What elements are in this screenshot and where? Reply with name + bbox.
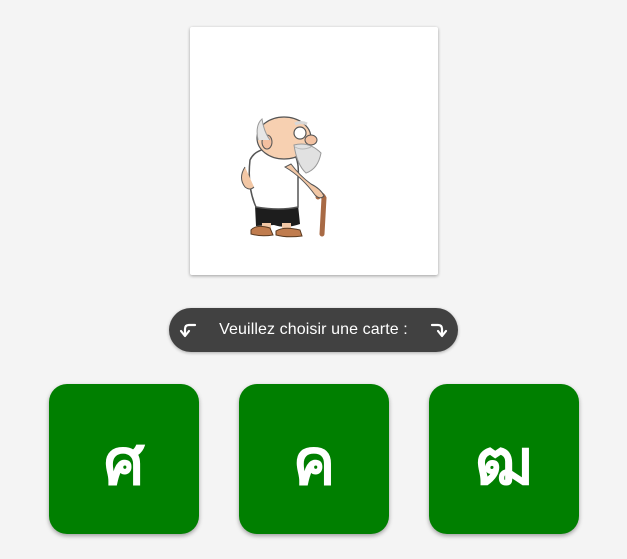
choice-letter: ศ <box>103 426 145 500</box>
prompt-text: Veuillez choisir une carte : <box>219 321 408 338</box>
curved-arrow-left-icon <box>179 323 197 338</box>
choice-card-3[interactable]: ฒ <box>429 384 579 534</box>
picture-card <box>190 27 438 275</box>
choice-letter: ค <box>292 426 336 500</box>
choice-letter: ฒ <box>475 426 533 500</box>
choice-card-2[interactable]: ค <box>239 384 389 534</box>
old-man-illustration <box>241 116 327 238</box>
prompt-pill: Veuillez choisir une carte : <box>169 308 458 352</box>
choice-card-1[interactable]: ศ <box>49 384 199 534</box>
curved-arrow-right-icon <box>430 323 448 338</box>
